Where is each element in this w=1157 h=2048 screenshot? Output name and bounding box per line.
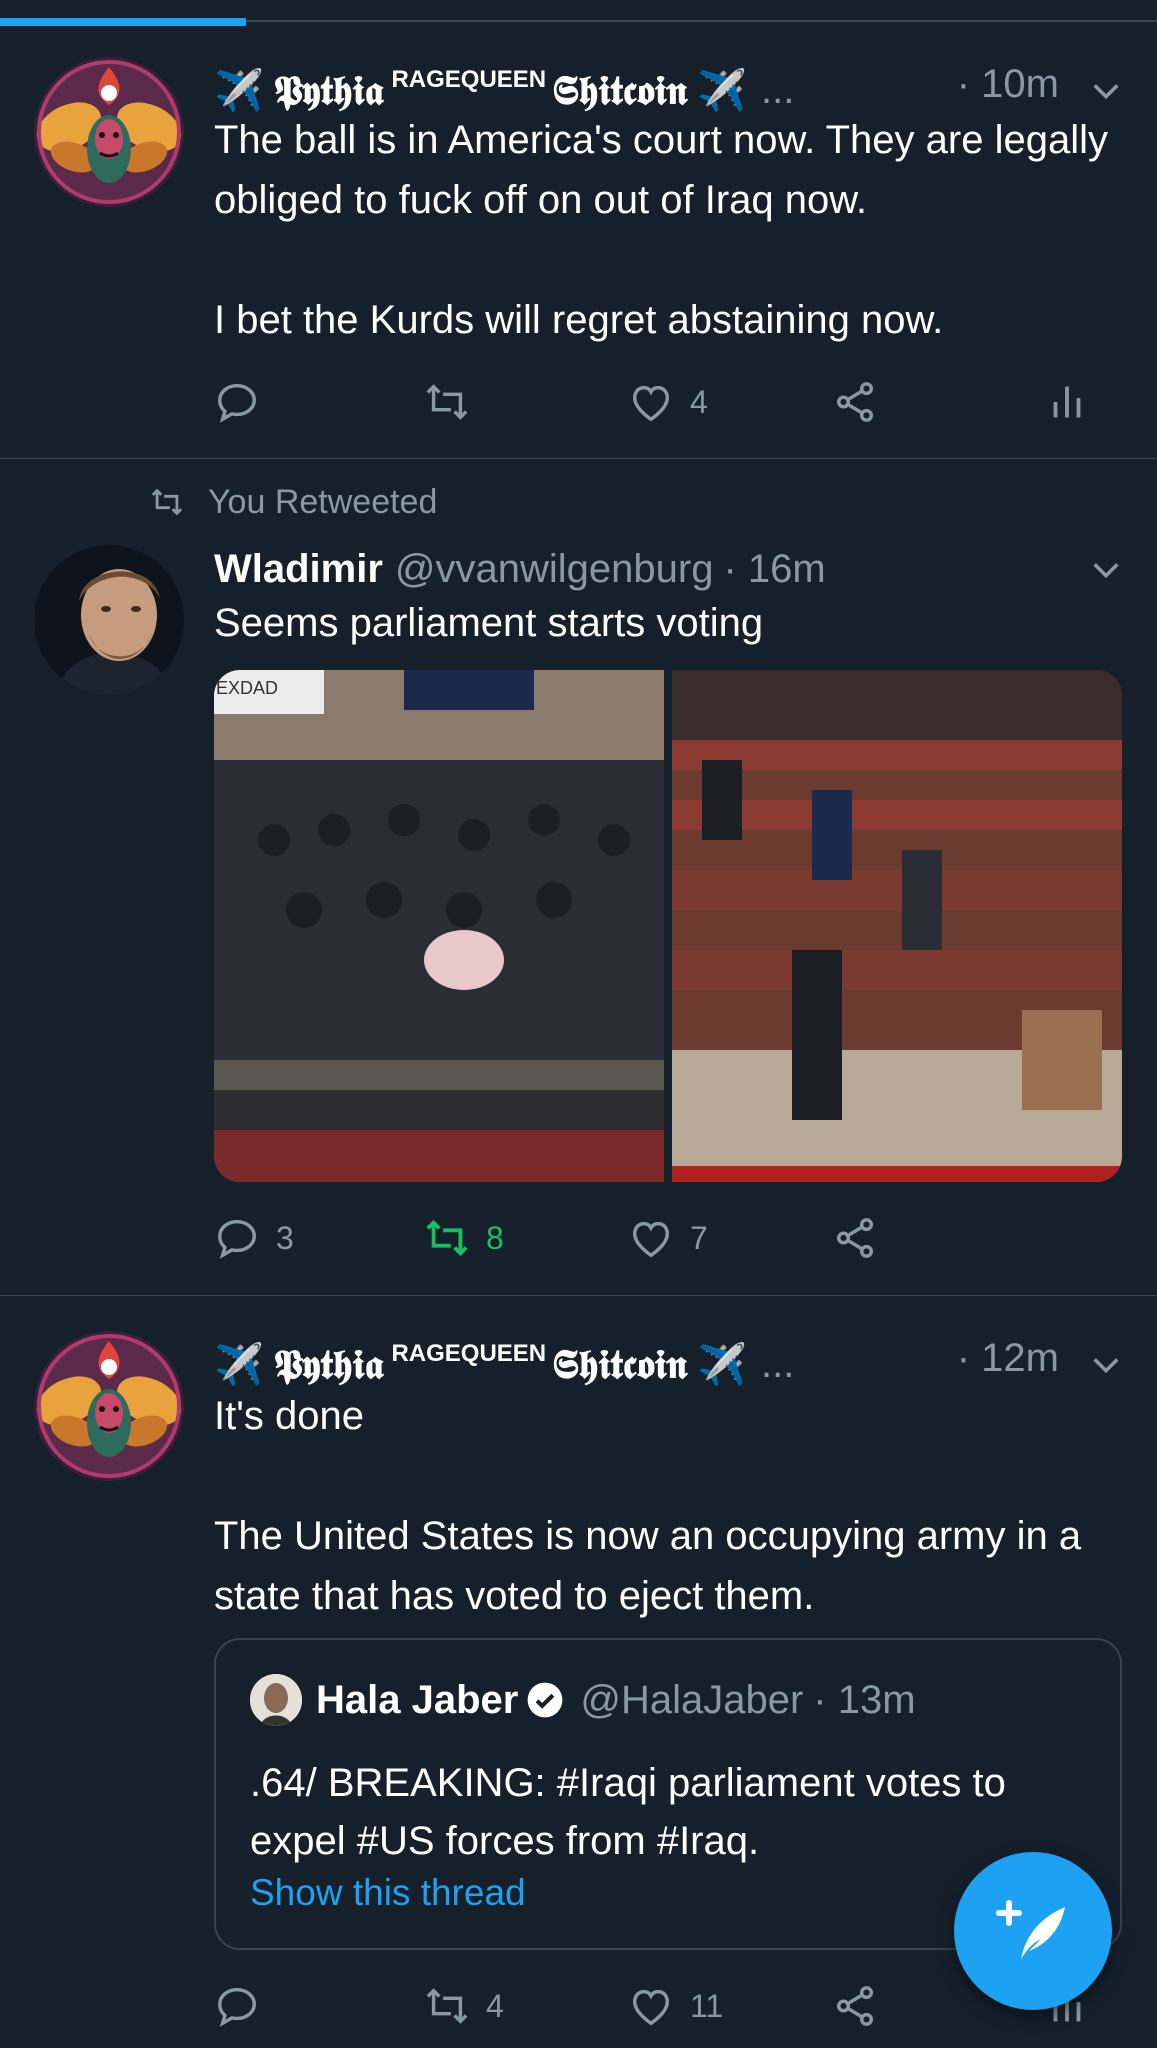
author-handle: @vvanwilgenburg bbox=[394, 546, 714, 591]
display-name-super: RAGEQUEEN bbox=[391, 1340, 547, 1367]
chevron-down-icon[interactable] bbox=[1089, 553, 1123, 587]
quoted-display-name: Hala Jaber bbox=[316, 1677, 519, 1722]
display-name-super: RAGEQUEEN bbox=[391, 66, 547, 93]
analytics-icon bbox=[1053, 386, 1081, 418]
like-count: 4 bbox=[690, 383, 708, 420]
social-context-label: You Retweeted bbox=[208, 482, 438, 521]
chevron-down-icon[interactable] bbox=[1089, 74, 1123, 108]
tweet-text: Seems parliament starts voting bbox=[214, 601, 764, 645]
show-thread-link[interactable]: Show this thread bbox=[250, 1872, 526, 1914]
tweet-media[interactable]: EXDAD bbox=[214, 670, 1122, 1182]
reply-button[interactable] bbox=[214, 1976, 260, 2036]
reply-count: 3 bbox=[276, 1219, 294, 1256]
verified-badge-icon bbox=[527, 1682, 563, 1718]
media-image-2[interactable] bbox=[672, 670, 1122, 1182]
tweet-timestamp[interactable]: · 12m bbox=[957, 1336, 1059, 1381]
broadcast-watermark: EXDAD bbox=[216, 678, 279, 698]
avatar[interactable] bbox=[34, 1331, 184, 1481]
airplane-emoji: ✈️ bbox=[697, 68, 747, 113]
tweet-actions: 3 8 7 bbox=[214, 1208, 1127, 1268]
display-name-main: 𝕻𝖞𝖙𝖍𝖎𝖆 bbox=[273, 66, 384, 114]
reply-button[interactable]: 3 bbox=[214, 1208, 294, 1268]
tweet-1[interactable]: ✈️ 𝕻𝖞𝖙𝖍𝖎𝖆 RAGEQUEEN 𝕾𝖍𝖎𝖙𝖈𝖔𝖎𝖓 ✈️ ... · 10… bbox=[0, 22, 1157, 459]
media-image-1[interactable]: EXDAD bbox=[214, 670, 664, 1182]
reply-icon bbox=[218, 1219, 256, 1259]
retweet-icon bbox=[426, 384, 468, 420]
heart-icon bbox=[632, 385, 670, 422]
reply-icon bbox=[218, 383, 256, 423]
social-context: You Retweeted bbox=[150, 477, 437, 527]
quoted-timestamp: · 13m bbox=[813, 1677, 916, 1722]
author-name[interactable]: Wladimir @vvanwilgenburg · 16m bbox=[214, 541, 826, 597]
avatar[interactable] bbox=[34, 57, 184, 207]
heart-icon bbox=[632, 1221, 670, 1258]
retweet-icon bbox=[426, 1219, 468, 1257]
share-button[interactable] bbox=[832, 1976, 878, 2036]
tweet-text: The ball is in America's court now. They… bbox=[214, 118, 1108, 342]
like-count: 11 bbox=[690, 1987, 724, 2024]
tweet-timestamp[interactable]: · 16m bbox=[723, 547, 825, 592]
tweet-2[interactable]: You Retweeted Wladimir @vvanwilgenburg ·… bbox=[0, 459, 1157, 1296]
share-icon bbox=[836, 1986, 874, 2026]
like-count: 7 bbox=[690, 1219, 708, 1256]
retweet-button[interactable]: 4 bbox=[424, 1976, 504, 2036]
like-button[interactable]: 4 bbox=[628, 372, 708, 432]
airplane-emoji: ✈️ bbox=[697, 1342, 747, 1387]
quoted-avatar bbox=[250, 1674, 302, 1726]
retweet-button[interactable] bbox=[424, 372, 470, 432]
retweet-count: 4 bbox=[486, 1987, 504, 2024]
tweet-timestamp[interactable]: · 10m bbox=[957, 62, 1059, 107]
retweet-icon bbox=[426, 1988, 468, 2024]
compose-tweet-button[interactable] bbox=[954, 1852, 1112, 2010]
tweet-text: It's done The United States is now an oc… bbox=[214, 1394, 1082, 1618]
share-icon bbox=[836, 382, 874, 422]
share-button[interactable] bbox=[832, 372, 878, 432]
display-name-coin: 𝕾𝖍𝖎𝖙𝖈𝖔𝖎𝖓 bbox=[552, 66, 688, 114]
retweet-button[interactable]: 8 bbox=[424, 1208, 504, 1268]
author-name[interactable]: ✈️ 𝕻𝖞𝖙𝖍𝖎𝖆 RAGEQUEEN 𝕾𝖍𝖎𝖙𝖈𝖔𝖎𝖓 ✈️ ... bbox=[214, 1336, 794, 1392]
avatar[interactable] bbox=[34, 545, 184, 695]
chevron-down-icon[interactable] bbox=[1089, 1348, 1123, 1382]
quoted-author[interactable]: Hala Jaber @HalaJaber · 13m bbox=[250, 1672, 916, 1728]
airplane-emoji: ✈️ bbox=[214, 68, 264, 113]
reply-icon bbox=[218, 1987, 256, 2027]
compose-feather-icon bbox=[996, 1900, 1065, 1959]
quoted-text: .64/ BREAKING: #Iraqi parliament votes t… bbox=[250, 1761, 1006, 1863]
like-button[interactable]: 7 bbox=[628, 1208, 708, 1268]
name-truncation: ... bbox=[761, 1341, 795, 1386]
tweet-actions: 4 bbox=[214, 372, 1127, 432]
retweet-count: 8 bbox=[486, 1219, 504, 1256]
display-name: Wladimir bbox=[214, 546, 383, 591]
display-name-coin: 𝕾𝖍𝖎𝖙𝖈𝖔𝖎𝖓 bbox=[552, 1340, 688, 1388]
share-icon bbox=[836, 1218, 874, 1258]
heart-icon bbox=[632, 1989, 670, 2026]
share-button[interactable] bbox=[832, 1208, 878, 1268]
quoted-handle: @HalaJaber bbox=[580, 1677, 804, 1722]
analytics-button[interactable] bbox=[1044, 372, 1090, 432]
airplane-emoji: ✈️ bbox=[214, 1342, 264, 1387]
name-truncation: ... bbox=[761, 67, 795, 112]
reply-button[interactable] bbox=[214, 372, 260, 432]
display-name-main: 𝕻𝖞𝖙𝖍𝖎𝖆 bbox=[273, 1340, 384, 1388]
like-button[interactable]: 11 bbox=[628, 1976, 723, 2036]
retweet-icon bbox=[151, 488, 183, 516]
